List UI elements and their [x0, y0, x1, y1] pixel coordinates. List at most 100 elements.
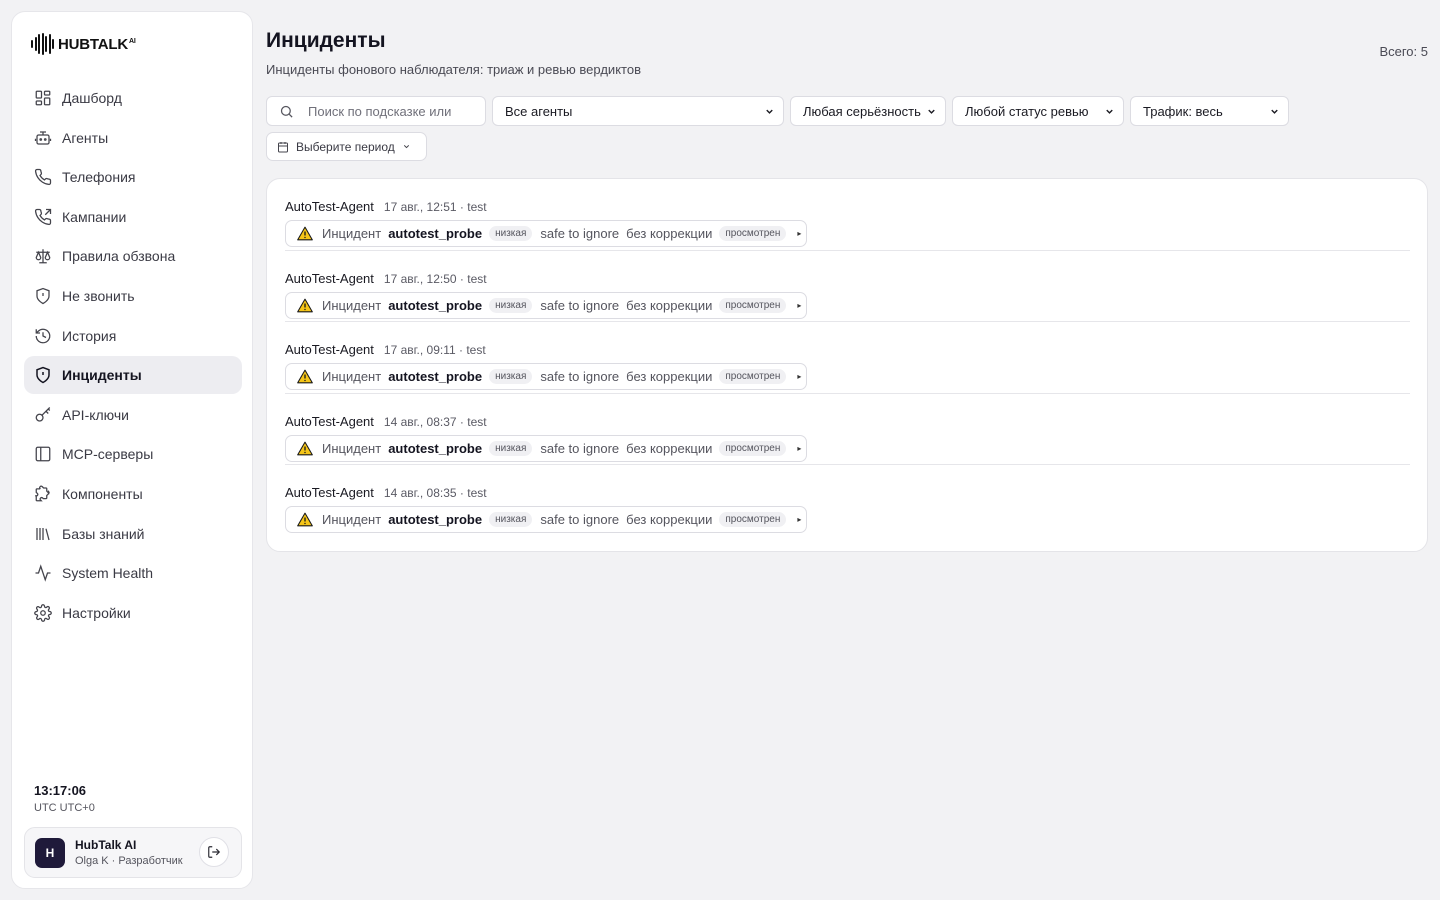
robot-icon [34, 129, 52, 147]
incident-row: AutoTest-Agent 14 авг., 08:35 · test Инц… [285, 465, 1410, 537]
severity-badge: низкая [489, 512, 533, 527]
review-status-select-value: Любой статус ревью [965, 103, 1089, 119]
agent-name[interactable]: AutoTest-Agent [285, 199, 374, 214]
phone-icon [34, 168, 52, 186]
warning-icon [297, 512, 313, 527]
expand-icon[interactable]: ▸ [797, 515, 801, 524]
sidebar-item-label: Агенты [62, 129, 109, 146]
verdict-text: safe to ignore [540, 440, 620, 456]
correction-text: без коррекции [626, 226, 713, 241]
user-name: HubTalk AI [75, 838, 137, 852]
incident-meta: 17 авг., 12:51 · test [383, 200, 487, 214]
sidebar-item-label: Правила обзвона [62, 248, 176, 265]
gear-icon [34, 603, 52, 622]
sidebar-item-agents[interactable]: Агенты [24, 119, 242, 157]
sidebar-item-components[interactable]: Компоненты [24, 475, 242, 513]
sidebar-item-api-keys[interactable]: API-ключи [24, 396, 242, 434]
verdict-text: safe to ignore [540, 512, 620, 527]
sidebar-item-telephony[interactable]: Телефония [24, 158, 242, 196]
page-title: Инциденты [266, 29, 386, 52]
sidebar-item-incidents[interactable]: Инциденты [24, 356, 242, 395]
user-info: HubTalk AI Olga K · Разработчик [75, 838, 183, 867]
incident-summary[interactable]: Инцидент autotest_probe низкая safe to i… [285, 363, 807, 390]
incident-type: autotest_probe [388, 512, 483, 527]
severity-badge: низкая [489, 226, 533, 241]
agent-select-value: Все агенты [505, 103, 573, 119]
expand-icon[interactable]: ▸ [797, 444, 801, 453]
incident-type: autotest_probe [388, 369, 483, 384]
logout-icon [208, 846, 221, 858]
sidebar-item-call-rules[interactable]: Правила обзвона [24, 237, 242, 275]
sidebar-item-label: Базы знаний [62, 525, 145, 542]
severity-badge: низкая [489, 369, 533, 384]
sidebar-item-label: Компоненты [62, 485, 143, 502]
incident-label: Инцидент [322, 512, 382, 527]
severity-badge: низкая [489, 297, 533, 313]
correction-text: без коррекции [626, 440, 713, 456]
history-icon [34, 327, 52, 345]
sidebar-item-campaigns[interactable]: Кампании [24, 198, 242, 236]
total-count: Всего: 5 [1379, 44, 1428, 59]
incident-summary[interactable]: Инцидент autotest_probe низкая safe to i… [285, 291, 807, 319]
incident-summary[interactable]: Инцидент autotest_probe низкая safe to i… [285, 220, 807, 247]
incident-summary[interactable]: Инцидент autotest_probe низкая safe to i… [285, 506, 807, 533]
review-status-badge: просмотрен [719, 369, 787, 384]
dashboard-icon [34, 89, 52, 107]
sidebar-item-label: API-ключи [62, 406, 129, 423]
agent-name[interactable]: AutoTest-Agent [285, 414, 374, 429]
incident-row: AutoTest-Agent 17 авг., 12:50 · test Инц… [285, 251, 1410, 322]
logo-wave-icon [31, 33, 54, 55]
sidebar-item-system-health[interactable]: System Health [24, 554, 242, 592]
user-card[interactable]: H HubTalk AI Olga K · Разработчик [24, 827, 242, 878]
search-input[interactable] [308, 103, 458, 119]
clock: 13:17:06 [34, 783, 87, 798]
expand-icon[interactable]: ▸ [797, 301, 801, 310]
puzzle-icon [34, 485, 52, 503]
sidebar-item-settings[interactable]: Настройки [24, 594, 242, 632]
logo[interactable]: HUBTALKAI [31, 32, 136, 56]
severity-badge: низкая [489, 440, 533, 456]
review-status-badge: просмотрен [719, 512, 787, 527]
incidents-list: AutoTest-Agent 17 авг., 12:51 · test Инц… [266, 178, 1428, 552]
chevron-down-icon [766, 109, 773, 114]
sidebar-item-dashboard[interactable]: Дашборд [24, 79, 242, 117]
calendar-icon [278, 141, 288, 152]
sidebar-item-label: История [62, 327, 117, 344]
incident-row: AutoTest-Agent 17 авг., 09:11 · test Инц… [285, 322, 1410, 394]
activity-icon [34, 564, 52, 582]
sidebar-item-label: MCP-серверы [62, 446, 154, 463]
sidebar-nav: Дашборд Агенты Телефония Кампании Правил… [24, 79, 242, 633]
agent-name[interactable]: AutoTest-Agent [285, 271, 374, 286]
severity-select[interactable]: Любая серьёзность [790, 96, 946, 126]
expand-icon[interactable]: ▸ [797, 372, 801, 381]
warning-icon [297, 441, 313, 455]
expand-icon[interactable]: ▸ [797, 229, 801, 238]
date-range-button[interactable]: Выберите период [266, 132, 427, 161]
chevron-down-icon [403, 145, 409, 149]
shield-alert-icon [34, 366, 52, 384]
agent-name[interactable]: AutoTest-Agent [285, 342, 374, 357]
sidebar-item-label: Не звонить [62, 287, 135, 304]
sidebar-item-mcp-servers[interactable]: MCP-серверы [24, 435, 242, 473]
incident-summary[interactable]: Инцидент autotest_probe низкая safe to i… [285, 434, 807, 462]
logout-button[interactable] [199, 837, 229, 867]
incident-row: AutoTest-Agent 14 авг., 08:37 · test Инц… [285, 394, 1410, 465]
traffic-select[interactable]: Трафик: весь [1130, 96, 1289, 126]
traffic-select-value: Трафик: весь [1143, 103, 1223, 119]
agent-select[interactable]: Все агенты [492, 96, 784, 126]
sidebar-item-history[interactable]: История [24, 317, 242, 355]
warning-icon [297, 226, 313, 241]
agent-name[interactable]: AutoTest-Agent [285, 485, 374, 500]
scale-icon [34, 247, 52, 265]
incident-row-header: AutoTest-Agent 14 авг., 08:35 · test [285, 485, 487, 500]
search-box[interactable] [266, 96, 486, 126]
review-status-select[interactable]: Любой статус ревью [952, 96, 1124, 126]
sidebar-item-knowledge-bases[interactable]: Базы знаний [24, 515, 242, 553]
sidebar-item-label: System Health [62, 565, 154, 582]
sidebar-item-do-not-call[interactable]: Не звонить [24, 277, 242, 315]
incident-meta: 17 авг., 12:50 · test [383, 271, 487, 286]
page-subtitle: Инциденты фонового наблюдателя: триаж и … [266, 62, 641, 77]
incident-row-header: AutoTest-Agent 14 авг., 08:37 · test [285, 414, 487, 429]
logo-text: HUBTALKAI [58, 35, 136, 53]
panel-icon [34, 445, 52, 463]
